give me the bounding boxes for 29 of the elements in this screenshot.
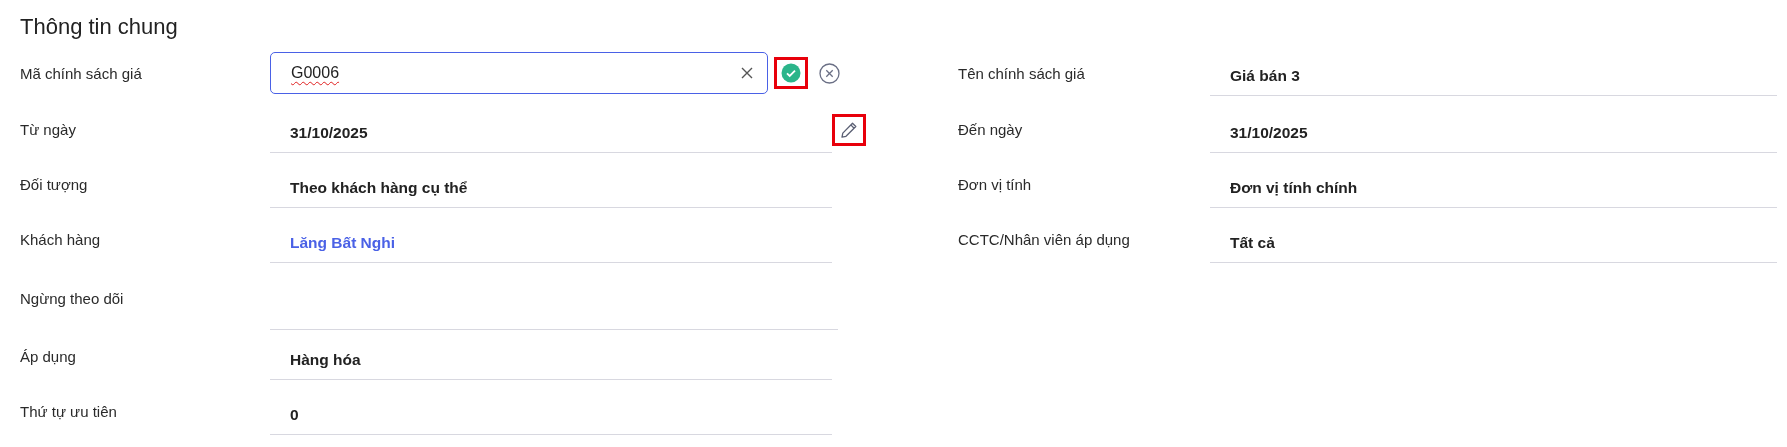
field-label: Áp dụng [20,348,77,365]
field-value[interactable]: Theo khách hàng cụ thể [270,167,832,208]
field-value[interactable]: Hàng hóa [270,339,832,380]
field-label: CCTC/Nhân viên áp dụng [958,231,1131,248]
check-icon [781,63,801,83]
customer-link[interactable]: Lăng Bất Nghi [290,233,396,251]
field-value[interactable]: 31/10/2025 [1210,112,1777,153]
field-label: Đến ngày [958,121,1024,138]
confirm-button[interactable] [774,57,808,89]
field-value[interactable]: 31/10/2025 [270,112,832,153]
field-value[interactable]: 0 [270,394,832,435]
section-title: Thông tin chung [20,13,179,41]
field-label: Mã chính sách giá [20,64,143,82]
field-label: Tên chính sách giá [958,64,1086,82]
pencil-icon [840,120,858,139]
edit-button[interactable] [832,113,866,146]
field-value[interactable]: Đơn vị tính chính [1210,167,1777,208]
field-label: Thứ tự ưu tiên [20,403,118,420]
field-value[interactable]: Giá bán 3 [1210,56,1777,96]
field-value-line[interactable]: Lăng Bất Nghi [270,222,832,263]
clear-icon[interactable] [741,67,753,79]
close-icon [818,62,840,84]
field-value[interactable]: Tất cả [1210,222,1777,263]
field-label: Đối tượng [20,176,89,193]
field-label: Khách hàng [20,231,102,248]
field-label: Ngừng theo dõi [20,289,125,307]
input-field[interactable]: G0006 [270,52,768,94]
field-label: Đơn vị tính [958,176,1033,193]
field-label: Từ ngày [20,121,77,138]
